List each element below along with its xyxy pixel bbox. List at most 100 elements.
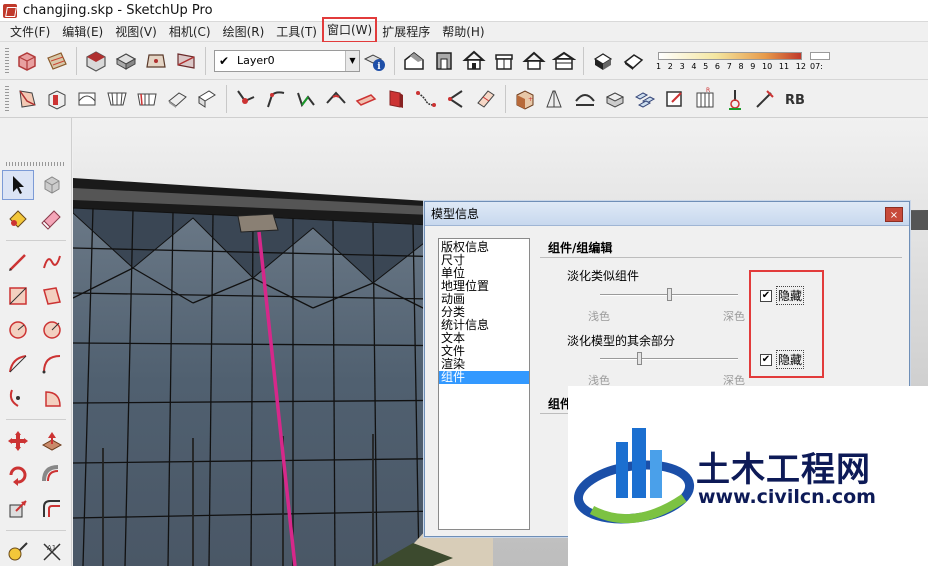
section-plane-button[interactable] [42, 46, 72, 76]
house-side-button[interactable] [429, 46, 459, 76]
fade-rest-slider[interactable] [600, 352, 738, 366]
stamp-button[interactable] [102, 84, 132, 114]
chevron-down-icon[interactable]: ▼ [345, 50, 359, 71]
rectangle-tool-button[interactable] [2, 281, 34, 311]
shadow-time-slider[interactable]: 1 2 3 4 5 6 7 8 9 10 11 12 [656, 46, 806, 76]
house-left-button[interactable] [549, 46, 579, 76]
drape-button[interactable] [132, 84, 162, 114]
palette-grip[interactable] [6, 162, 65, 166]
close-button[interactable]: × [885, 207, 903, 222]
flip-edge-button[interactable] [192, 84, 222, 114]
fade-similar-slider[interactable] [600, 288, 738, 302]
window-title: changjing.skp - SketchUp Pro [23, 3, 213, 18]
tool-offset-button[interactable] [351, 84, 381, 114]
tool-face-button[interactable] [471, 84, 501, 114]
box-icon: + [516, 89, 534, 110]
house-iso-button[interactable] [399, 46, 429, 76]
menu-tools[interactable]: 工具(T) [270, 22, 323, 42]
freehand-tool-button[interactable] [36, 247, 68, 277]
tool-pin-button[interactable] [750, 84, 780, 114]
tool-line-extend-button[interactable] [231, 84, 261, 114]
tool-window-button[interactable] [660, 84, 690, 114]
eraser-button[interactable] [36, 204, 68, 234]
menu-draw[interactable]: 绘图(R) [217, 22, 271, 42]
rotate-tool-button[interactable] [2, 460, 34, 490]
arch-icon [575, 93, 595, 106]
slider-thumb[interactable] [667, 288, 672, 301]
iso-view-button[interactable] [81, 46, 111, 76]
tool-chain-button[interactable] [411, 84, 441, 114]
sketchup-logo-icon [3, 3, 17, 18]
paint-bucket-button[interactable] [2, 204, 34, 234]
toolbar-grip[interactable] [5, 85, 9, 112]
two-point-arc-icon [42, 355, 61, 374]
slider-thumb[interactable] [637, 352, 642, 365]
layer-select[interactable]: ✔ Layer0 ▼ [214, 49, 360, 72]
tool-push-button[interactable] [381, 84, 411, 114]
door-tool-icon: R [696, 87, 714, 107]
house-front-button[interactable] [459, 46, 489, 76]
sandbox-from-contours-button[interactable] [12, 84, 42, 114]
rotated-rectangle-button[interactable] [36, 281, 68, 311]
time-readout-bar [810, 51, 830, 60]
menu-file[interactable]: 文件(F) [4, 22, 56, 42]
push-pull-tool-button[interactable] [36, 426, 68, 456]
follow-me-button[interactable] [36, 460, 68, 490]
move-tool-button[interactable] [2, 426, 34, 456]
pie-tool-button[interactable] [36, 383, 68, 413]
menu-help[interactable]: 帮助(H) [436, 22, 490, 42]
shadows-button[interactable] [588, 46, 618, 76]
menu-edit[interactable]: 编辑(E) [56, 22, 109, 42]
scale-tool-button[interactable] [2, 494, 34, 524]
time-tick-label: 9 [750, 61, 756, 71]
house-back-button[interactable] [519, 46, 549, 76]
menu-window[interactable]: 窗口(W) [321, 16, 378, 43]
tool-corner-button[interactable] [321, 84, 351, 114]
tool-chamfer-button[interactable] [291, 84, 321, 114]
tool-fillet-button[interactable] [261, 84, 291, 114]
tool-bend-button[interactable] [441, 84, 471, 114]
make-component-tool-button[interactable] [36, 170, 68, 200]
tool-brand-button[interactable]: RB [780, 84, 810, 114]
circle-tool-button[interactable] [2, 315, 34, 345]
front-view-button[interactable] [141, 46, 171, 76]
arc-tool-button[interactable] [2, 349, 34, 379]
fog-button[interactable] [618, 46, 648, 76]
tool-door-button[interactable]: R [690, 84, 720, 114]
time-tick-label: 12 [795, 61, 806, 71]
tool-measure-button[interactable] [720, 84, 750, 114]
category-item-components[interactable]: 组件 [439, 371, 529, 384]
layer-manager-button[interactable]: i [360, 46, 390, 76]
sandbox-scratch-button[interactable] [42, 84, 72, 114]
tape-measure-button[interactable] [2, 537, 34, 566]
corner-icon [326, 91, 346, 104]
tool-box-button[interactable]: + [510, 84, 540, 114]
right-view-button[interactable] [171, 46, 201, 76]
polygon-tool-button[interactable] [36, 315, 68, 345]
menu-extensions[interactable]: 扩展程序 [376, 22, 436, 42]
add-detail-button[interactable] [162, 84, 192, 114]
two-point-arc-button[interactable] [36, 349, 68, 379]
dimension-tool-button[interactable]: A1 [36, 537, 68, 566]
time-tick-label: 11 [778, 61, 790, 71]
three-point-arc-button[interactable] [2, 383, 34, 413]
menu-camera[interactable]: 相机(C) [163, 22, 217, 42]
tool-arch-button[interactable] [570, 84, 600, 114]
make-component-button[interactable] [12, 46, 42, 76]
house-top-button[interactable] [489, 46, 519, 76]
menu-bar: 文件(F) 编辑(E) 视图(V) 相机(C) 绘图(R) 工具(T) 窗口(W… [0, 16, 928, 43]
tool-solid-button[interactable] [600, 84, 630, 114]
offset-tool-button[interactable] [36, 494, 68, 524]
top-view-button[interactable] [111, 46, 141, 76]
select-tool-button[interactable] [2, 170, 34, 200]
menu-view[interactable]: 视图(V) [109, 22, 163, 42]
tool-roof-button[interactable] [540, 84, 570, 114]
dialog-title-bar[interactable]: 模型信息 [425, 202, 909, 226]
line-tool-button[interactable] [2, 247, 34, 277]
smoove-icon [78, 92, 96, 105]
smoove-button[interactable] [72, 84, 102, 114]
tool-duplicate-button[interactable] [630, 84, 660, 114]
house-front-icon [462, 50, 486, 70]
toolbar-grip[interactable] [5, 47, 9, 74]
toolbar-separator [226, 84, 227, 113]
